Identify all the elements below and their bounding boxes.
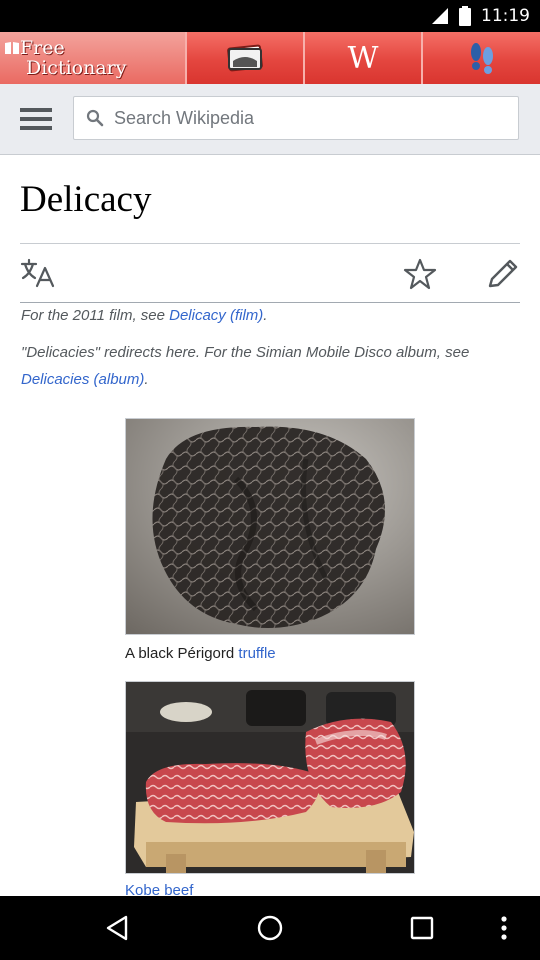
hatnote-album-suffix: . (144, 371, 149, 388)
link-delicacies-album[interactable]: Delicacies (album) (21, 371, 144, 388)
signal-icon (432, 8, 448, 24)
battery-icon (459, 6, 471, 26)
hatnote-film: For the 2011 film, see Delicacy (film). (21, 302, 521, 329)
flashcards-icon (227, 44, 263, 72)
status-bar: 11:19 (0, 0, 540, 32)
logo-line2: Dictionary (26, 57, 127, 79)
truffle-caption-text: A black Périgord (125, 645, 239, 662)
recents-button[interactable] (382, 896, 462, 960)
link-truffle[interactable]: truffle (238, 645, 275, 662)
main-menu-button[interactable] (20, 108, 52, 130)
navigation-bar (0, 896, 540, 960)
page-title: Delicacy (20, 179, 152, 220)
footprints-icon (470, 43, 493, 74)
footprints-tab[interactable] (423, 32, 540, 84)
home-button[interactable] (230, 896, 310, 960)
book-icon (5, 42, 19, 54)
hatnote-film-suffix: . (263, 307, 268, 324)
star-icon[interactable] (403, 258, 437, 290)
back-button[interactable] (78, 896, 158, 960)
language-icon[interactable] (20, 258, 56, 290)
wikipedia-tab[interactable]: W (305, 32, 423, 84)
hatnote-album: "Delicacies" redirects here. For the Sim… (21, 339, 521, 393)
wikipedia-w-icon: W (347, 40, 379, 76)
truffle-image[interactable] (125, 418, 415, 635)
edit-icon[interactable] (486, 258, 520, 290)
home-icon (257, 915, 283, 941)
hatnote-film-text: For the 2011 film, see (21, 307, 170, 324)
title-divider (20, 243, 520, 244)
flashcards-tab[interactable] (187, 32, 305, 84)
hatnote-album-text: "Delicacies" redirects here. For the Sim… (21, 344, 470, 361)
logo-line1: Free (20, 37, 65, 59)
search-input[interactable] (114, 97, 504, 139)
back-icon (106, 915, 128, 941)
kobe-beef-image[interactable] (125, 681, 415, 874)
truffle-caption: A black Périgord truffle (125, 645, 276, 662)
page-actions (20, 256, 520, 292)
overflow-menu-icon (501, 916, 507, 940)
app-toolbar: Free Dictionary W (0, 32, 540, 84)
link-delicacy-film[interactable]: Delicacy (film) (169, 307, 263, 324)
overflow-menu-button[interactable] (474, 896, 534, 960)
search-icon (86, 109, 104, 127)
search-box[interactable] (73, 96, 519, 140)
recents-icon (410, 916, 434, 940)
free-dictionary-logo[interactable]: Free Dictionary (0, 32, 187, 84)
status-time: 11:19 (481, 6, 530, 26)
wikipedia-header (0, 84, 540, 155)
